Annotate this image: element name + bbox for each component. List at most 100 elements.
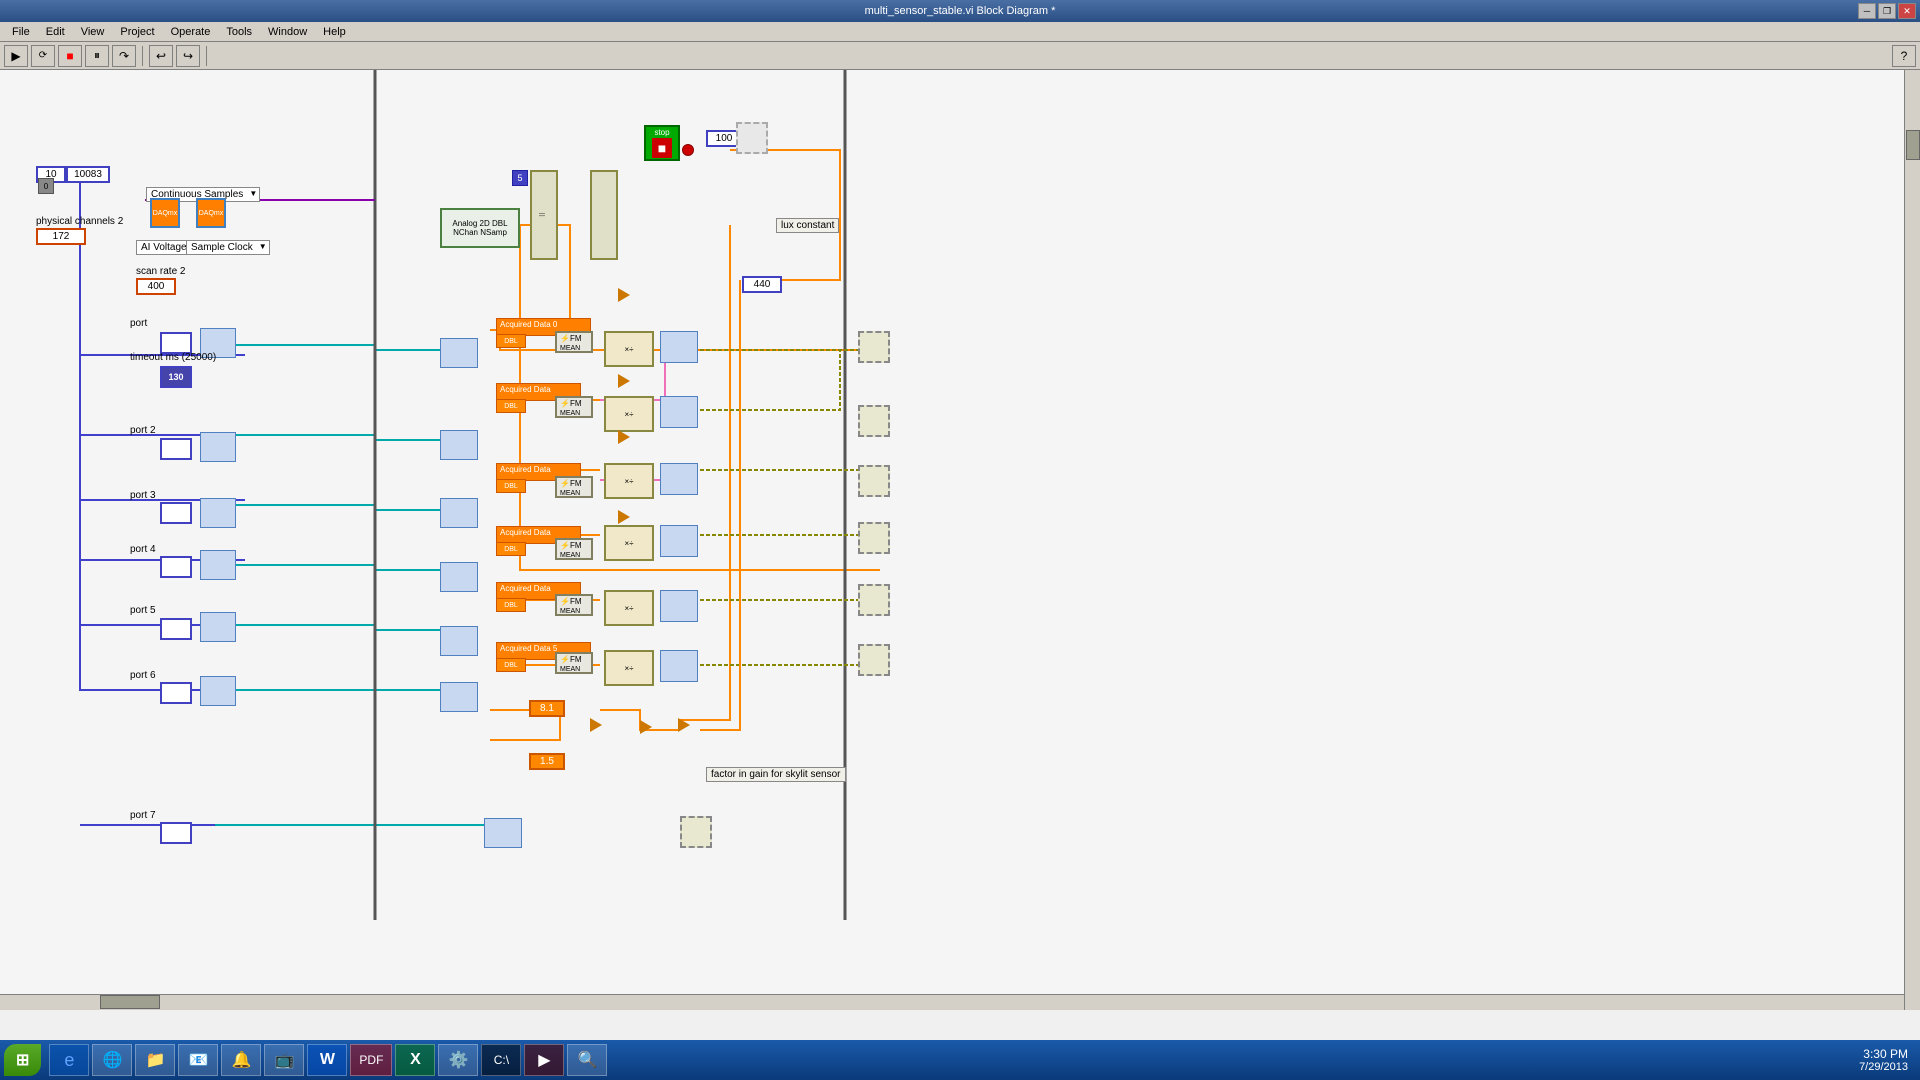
- menu-tools[interactable]: Tools: [218, 24, 260, 40]
- taskbar-play[interactable]: ▶: [524, 1044, 564, 1076]
- undo-button[interactable]: ↩: [149, 45, 173, 67]
- port2-ctrl[interactable]: 127: [160, 438, 192, 460]
- math-block-5[interactable]: ×÷: [604, 590, 654, 626]
- math-block-6[interactable]: ×÷: [604, 650, 654, 686]
- port3-ctrl[interactable]: 127: [160, 502, 192, 524]
- stop-button[interactable]: stop ■: [644, 125, 680, 161]
- math-block-2[interactable]: ×÷: [604, 396, 654, 432]
- output-block-2[interactable]: [858, 405, 890, 437]
- port4-tcp-block[interactable]: [200, 550, 236, 580]
- restore-button[interactable]: ❐: [1878, 3, 1896, 19]
- math-block-4[interactable]: ×÷: [604, 525, 654, 561]
- taskbar-app13[interactable]: 🔍: [567, 1044, 607, 1076]
- tcp-write-7[interactable]: [484, 818, 522, 848]
- output-block-6[interactable]: [858, 644, 890, 676]
- tcp-write-4[interactable]: [440, 562, 478, 592]
- tcp-write-3[interactable]: [440, 498, 478, 528]
- run-cont-button[interactable]: ⟳: [31, 45, 55, 67]
- mean-block-6[interactable]: ⚡FMMEAN: [555, 652, 593, 674]
- icon-block-top[interactable]: [736, 122, 768, 154]
- taskbar-chrome[interactable]: 🌐: [92, 1044, 132, 1076]
- daqmx-create-block[interactable]: DAQmx: [150, 198, 180, 228]
- run-button[interactable]: ▶: [4, 45, 28, 67]
- value-440[interactable]: 440: [742, 276, 782, 293]
- sample-clock-dropdown[interactable]: Sample Clock: [186, 240, 270, 255]
- vertical-scrollbar[interactable]: [1904, 70, 1920, 1010]
- tcp-write-6[interactable]: [440, 682, 478, 712]
- start-button[interactable]: ⊞: [4, 1044, 41, 1076]
- math-block-1[interactable]: ×÷: [604, 331, 654, 367]
- lux-constant-label: lux constant: [776, 218, 839, 233]
- cluster-block-2[interactable]: [590, 170, 618, 260]
- port5-tcp-block[interactable]: [200, 612, 236, 642]
- tcp-write-r1[interactable]: [660, 331, 698, 363]
- mean-block-5[interactable]: ⚡FMMEAN: [555, 594, 593, 616]
- menu-file[interactable]: File: [4, 24, 38, 40]
- port4-ctrl[interactable]: 127: [160, 556, 192, 578]
- output-block-5[interactable]: [858, 584, 890, 616]
- minimize-button[interactable]: ─: [1858, 3, 1876, 19]
- horizontal-scrollbar[interactable]: [0, 994, 1904, 1010]
- window-title: multi_sensor_stable.vi Block Diagram *: [865, 5, 1056, 17]
- tcp-write-r2[interactable]: [660, 396, 698, 428]
- math-block-3[interactable]: ×÷: [604, 463, 654, 499]
- play-arrow-1: [618, 288, 630, 302]
- daqmx-timing-block[interactable]: DAQmx: [196, 198, 226, 228]
- scan-rate-ctrl[interactable]: 400: [136, 278, 176, 295]
- value-1-5[interactable]: 1.5: [529, 753, 565, 770]
- analog-2d-dbl-block[interactable]: Analog 2D DBL NChan NSamp: [440, 208, 520, 248]
- menu-help[interactable]: Help: [315, 24, 354, 40]
- output-block-4[interactable]: [858, 522, 890, 554]
- port5-ctrl[interactable]: 127: [160, 618, 192, 640]
- taskbar-folder[interactable]: 📁: [135, 1044, 175, 1076]
- mean-block-1[interactable]: ⚡FMMEAN: [555, 331, 593, 353]
- output-block-1[interactable]: [858, 331, 890, 363]
- abort-button[interactable]: ■: [58, 45, 82, 67]
- value-8-1[interactable]: 8.1: [529, 700, 565, 717]
- tcp-write-1[interactable]: [440, 338, 478, 368]
- menu-window[interactable]: Window: [260, 24, 315, 40]
- timeout-ctrl[interactable]: 130: [160, 366, 192, 388]
- menu-project[interactable]: Project: [112, 24, 162, 40]
- output-block-7[interactable]: [680, 816, 712, 848]
- tcp-write-r6[interactable]: [660, 650, 698, 682]
- canvas-area: stop ■ 100 lux constant 440 10 10083 0: [0, 70, 1920, 1050]
- taskbar-excel[interactable]: X: [395, 1044, 435, 1076]
- port6-tcp-block[interactable]: [200, 676, 236, 706]
- step-over-button[interactable]: ↷: [112, 45, 136, 67]
- taskbar-word[interactable]: W: [307, 1044, 347, 1076]
- taskbar-ie[interactable]: e: [49, 1044, 89, 1076]
- tcp-write-r3[interactable]: [660, 463, 698, 495]
- cluster-block-1[interactable]: ⠿: [530, 170, 558, 260]
- mean-block-4[interactable]: ⚡FMMEAN: [555, 538, 593, 560]
- tcp-write-r5[interactable]: [660, 590, 698, 622]
- taskbar-vlc[interactable]: 📺: [264, 1044, 304, 1076]
- port2-tcp-block[interactable]: [200, 432, 236, 462]
- port3-tcp-block[interactable]: [200, 498, 236, 528]
- value-10083[interactable]: 10083: [66, 166, 110, 183]
- pause-button[interactable]: ⏸: [85, 45, 109, 67]
- tcp-write-r4[interactable]: [660, 525, 698, 557]
- taskbar-pdf[interactable]: PDF: [350, 1044, 392, 1076]
- taskbar-app10[interactable]: ⚙️: [438, 1044, 478, 1076]
- mean-block-2[interactable]: ⚡FMMEAN: [555, 396, 593, 418]
- tcp-write-5[interactable]: [440, 626, 478, 656]
- tcp-write-2[interactable]: [440, 430, 478, 460]
- taskbar-mail[interactable]: 📧: [178, 1044, 218, 1076]
- port5-label: port 5: [130, 605, 156, 616]
- taskbar: ⊞ e 🌐 📁 📧 🔔 📺 W PDF: [0, 1040, 1920, 1080]
- port1-ctrl[interactable]: 127: [160, 332, 192, 354]
- port6-ctrl[interactable]: 123: [160, 682, 192, 704]
- menu-view[interactable]: View: [73, 24, 113, 40]
- mean-block-3[interactable]: ⚡FMMEAN: [555, 476, 593, 498]
- taskbar-app5[interactable]: 🔔: [221, 1044, 261, 1076]
- taskbar-cmd[interactable]: C:\: [481, 1044, 521, 1076]
- menu-edit[interactable]: Edit: [38, 24, 73, 40]
- port7-ctrl[interactable]: 128: [160, 822, 192, 844]
- menu-operate[interactable]: Operate: [163, 24, 219, 40]
- physical-channels-ctrl[interactable]: 172: [36, 228, 86, 245]
- output-block-3[interactable]: [858, 465, 890, 497]
- help-button[interactable]: ?: [1892, 45, 1916, 67]
- redo-button[interactable]: ↪: [176, 45, 200, 67]
- close-button[interactable]: ✕: [1898, 3, 1916, 19]
